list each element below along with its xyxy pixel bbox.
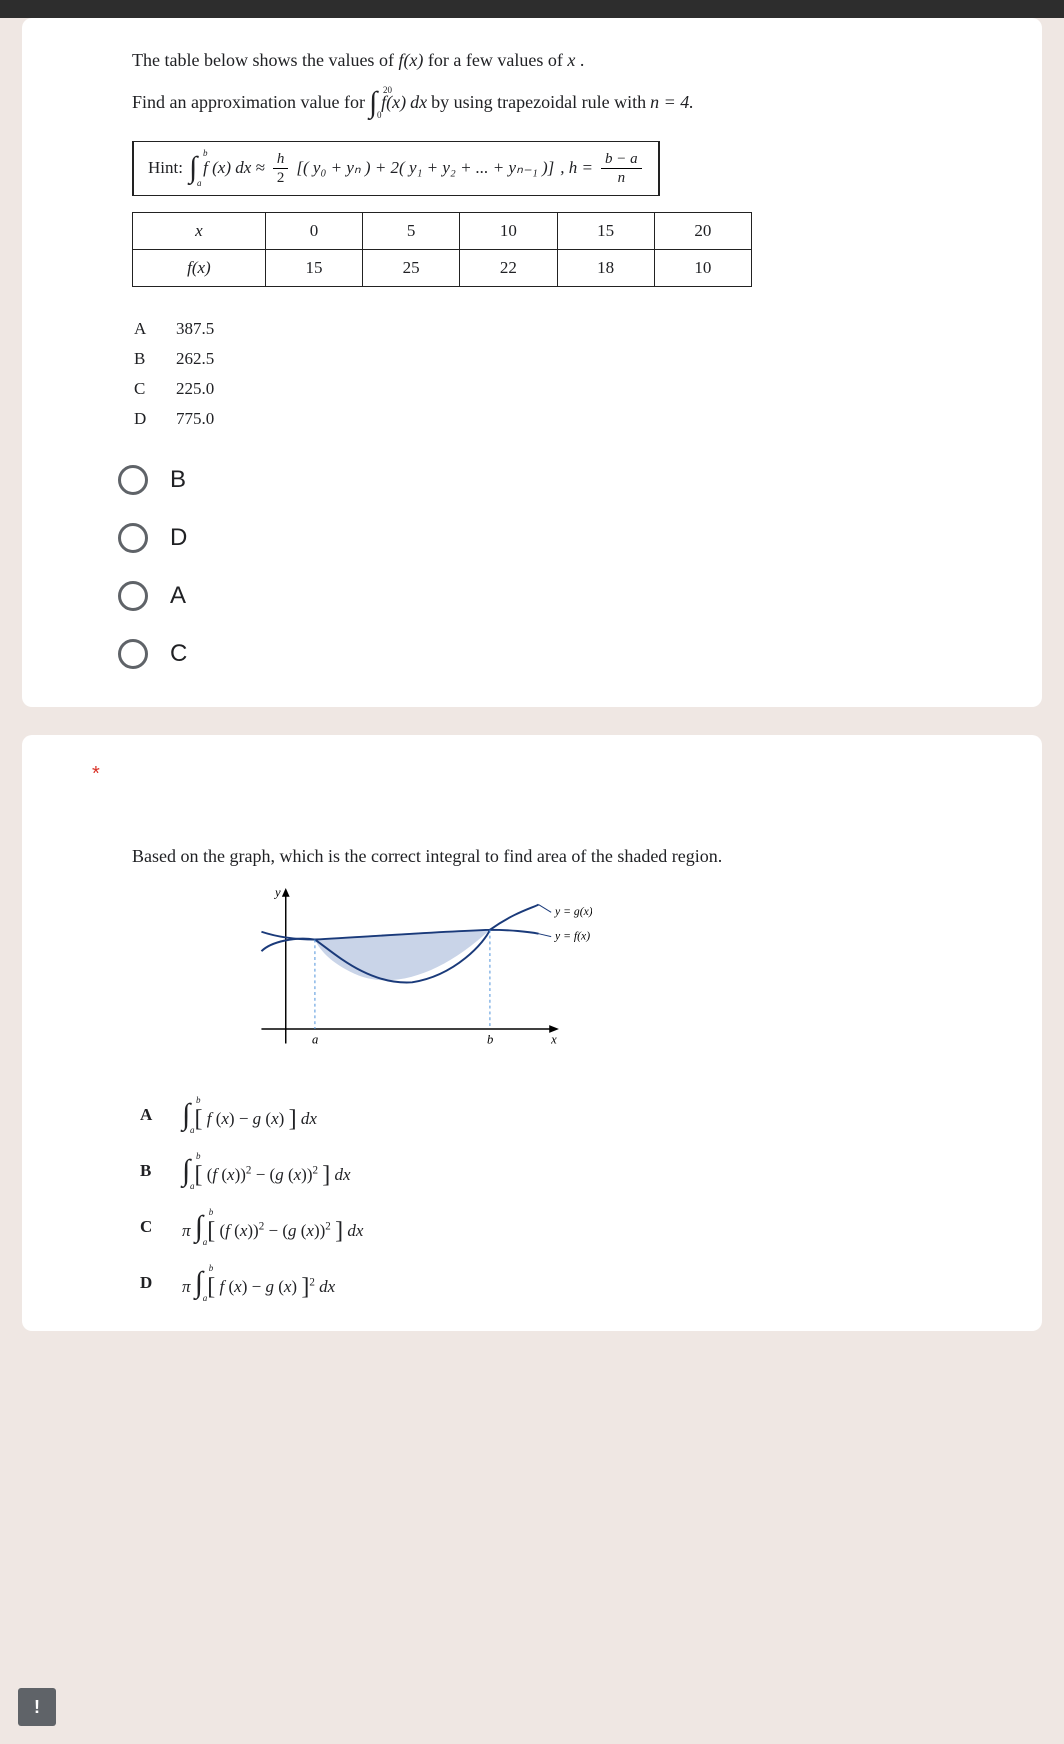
data-table: x 0 5 10 15 20 f(x) 15 25 22 18 10 [132,212,752,287]
choice-letter: C [140,1217,158,1237]
cell: 15 [265,249,362,286]
table-row: f(x) 15 25 22 18 10 [133,249,752,286]
cell: x [133,212,266,249]
tick-b: b [487,1032,493,1046]
graph-figure: y x a b y = g(x) y [242,883,592,1073]
radio-icon [118,639,148,669]
frac-den: n [614,169,630,187]
choice-letter: B [140,1161,158,1181]
text: by using trapezoidal rule with [431,88,646,117]
choice-expr: π b∫a [ (f (x))2 − (g (x))2 ] dx [182,1209,363,1245]
table-row: B262.5 [134,345,232,373]
cell: 18 [557,249,654,286]
radio-label: D [170,524,187,552]
feedback-button[interactable]: ! [18,1688,56,1726]
text: for a few values of [428,50,567,70]
radio-option-b[interactable]: B [118,465,1002,495]
cell: 10 [654,249,751,286]
text: Find an approximation value for [132,88,365,117]
radio-option-c[interactable]: C [118,639,1002,669]
text: The table below shows the values of [132,50,398,70]
radio-icon [118,465,148,495]
radio-option-a[interactable]: A [118,581,1002,611]
y-axis-label: y [273,886,281,900]
radio-label: B [170,466,186,494]
int-upper: 20 [383,83,392,97]
choice-value: 387.5 [176,315,232,343]
legend-f: y = f(x) [554,929,590,942]
legend-g: y = g(x) [554,905,592,918]
choice-value: 225.0 [176,375,232,403]
choice-letter: D [134,405,174,433]
cell: 5 [363,212,460,249]
radio-icon [118,523,148,553]
page-container: The table below shows the values of f(x)… [0,18,1064,1331]
hint-box: Hint: b ∫ a f (x) dx ≈ h 2 [( y₀ + yₙ ) … [132,141,660,196]
required-asterisk: * [62,763,1002,786]
cell: 25 [363,249,460,286]
answer-key-table: A387.5 B262.5 C225.0 D775.0 [132,313,234,435]
table-row: C225.0 [134,375,232,403]
radio-label: C [170,640,187,668]
choice-row-a: A b∫a [ f (x) − g (x) ] dx [140,1097,1002,1133]
tick-a: a [312,1032,318,1046]
choice-letter: B [134,345,174,373]
cell: 22 [460,249,557,286]
question-card-2: * Based on the graph, which is the corre… [22,735,1042,1331]
cell: 10 [460,212,557,249]
q2-prompt: Based on the graph, which is the correct… [132,846,1002,867]
integral-symbol: 20 ∫ 0 [369,85,377,121]
radio-label: A [170,582,186,610]
graph-svg: y x a b y = g(x) y [242,883,592,1068]
radio-icon [118,581,148,611]
cell: 15 [557,212,654,249]
fraction-h2: h 2 [273,150,289,187]
text-x: x [567,50,575,70]
choice-value: 262.5 [176,345,232,373]
frac-den: 2 [273,169,289,187]
choice-expr: b∫a [ f (x) − g (x) ] dx [182,1097,317,1133]
hint-h-eq: , h = [560,158,593,178]
cell: 0 [265,212,362,249]
text-fx: f(x) [398,50,423,70]
browser-top-bar [0,0,1064,18]
q1-prompt-line2: Find an approximation value for 20 ∫ 0 f… [132,85,1002,121]
q2-answer-list: A b∫a [ f (x) − g (x) ] dx B b∫a [ (f (x… [132,1097,1002,1301]
text-n: n = 4. [650,88,694,117]
choice-letter: D [140,1273,158,1293]
text: . [580,50,585,70]
choice-expr: b∫a [ (f (x))2 − (g (x))2 ] dx [182,1153,351,1189]
int-upper: b [203,148,208,158]
choice-letter: A [134,315,174,343]
table-row: A387.5 [134,315,232,343]
choice-row-b: B b∫a [ (f (x))2 − (g (x))2 ] dx [140,1153,1002,1189]
frac-num: b − a [601,150,642,169]
text-dx: dx [410,88,427,117]
hint-bracket: [( y₀ + yₙ ) + 2( y₁ + y₂ + ... + yₙ₋₁ )… [296,158,554,178]
integral-symbol: b ∫ a [189,150,197,186]
exclamation-icon: ! [34,1697,40,1718]
hint-formula: f (x) dx ≈ [203,158,265,178]
int-lower: 0 [377,108,382,122]
q1-prompt-line1: The table below shows the values of f(x)… [132,46,1002,75]
choice-letter: A [140,1105,158,1125]
question-card-1: The table below shows the values of f(x)… [22,18,1042,707]
table-row: D775.0 [134,405,232,433]
fraction-ba: b − a n [601,150,642,187]
hint-label: Hint: [148,158,183,178]
x-axis-label: x [550,1032,557,1046]
table-row: x 0 5 10 15 20 [133,212,752,249]
radio-group-q1: B D A C [62,465,1002,669]
radio-option-d[interactable]: D [118,523,1002,553]
choice-letter: C [134,375,174,403]
frac-num: h [273,150,289,169]
int-lower: a [197,178,202,188]
choice-expr: π b∫a [ f (x) − g (x) ]2 dx [182,1265,335,1301]
choice-value: 775.0 [176,405,232,433]
cell: f(x) [133,249,266,286]
cell: 20 [654,212,751,249]
choice-row-c: C π b∫a [ (f (x))2 − (g (x))2 ] dx [140,1209,1002,1245]
choice-row-d: D π b∫a [ f (x) − g (x) ]2 dx [140,1265,1002,1301]
